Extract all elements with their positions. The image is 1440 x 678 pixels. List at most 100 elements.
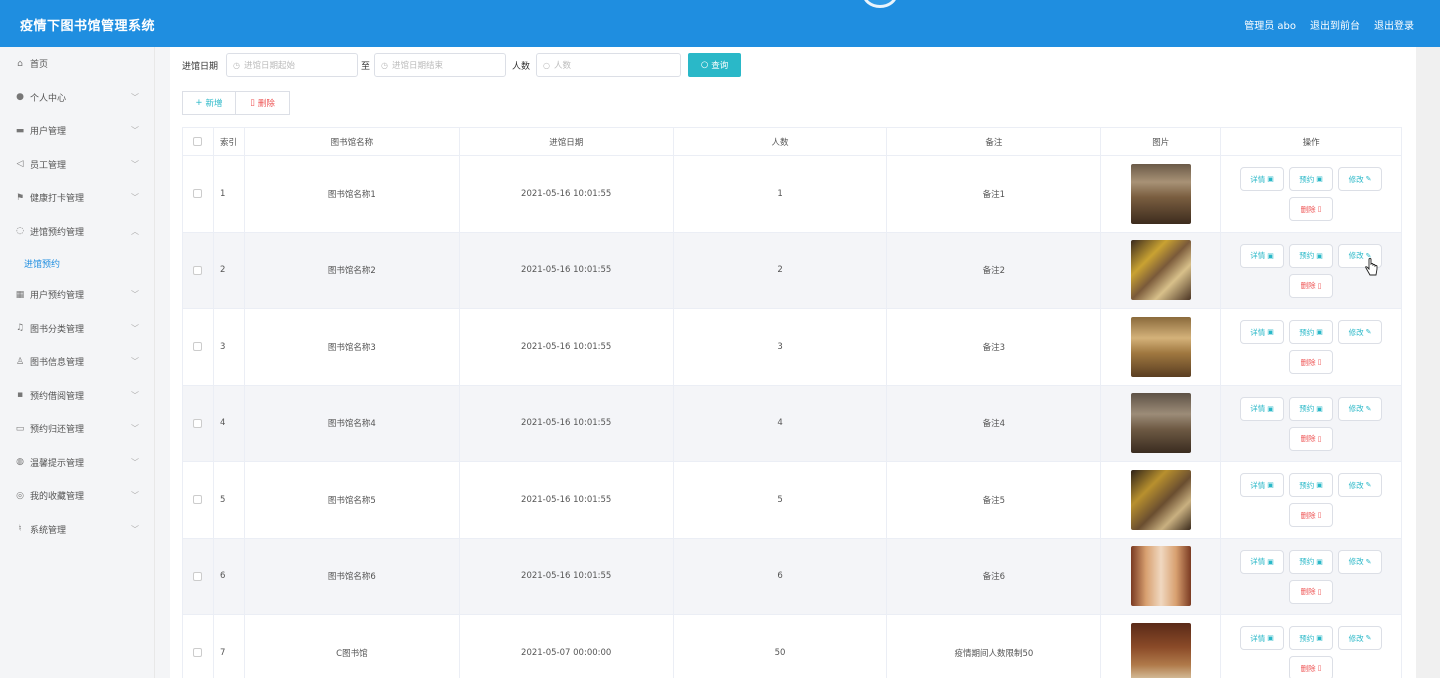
row-delete-button[interactable]: 删除 ▯ (1289, 579, 1334, 604)
reserve-button[interactable]: 预约 ▣ (1289, 396, 1334, 421)
row-delete-button[interactable]: 删除 ▯ (1289, 426, 1334, 451)
library-photo[interactable] (1130, 393, 1191, 454)
reserve-button[interactable]: 预约 ▣ (1289, 243, 1334, 268)
mic-icon: ♮ (18, 524, 22, 535)
row-entry-date: 2021-05-07 00:00:00 (460, 615, 674, 678)
header-name: 图书馆名称 (245, 128, 460, 155)
sidebar-item[interactable]: ⚑ 健康打卡管理 ﹀ (0, 181, 154, 215)
sidebar-item[interactable]: ▪ 预约借阅管理 ﹀ (0, 379, 154, 413)
sidebar-item[interactable]: ▦ 用户预约管理 ﹀ (0, 278, 154, 312)
row-checkbox[interactable] (193, 342, 203, 352)
header-image: 图片 (1101, 128, 1222, 155)
edit-button[interactable]: 修改 ✎ (1338, 549, 1383, 574)
document-icon: ▣ (1267, 328, 1274, 336)
row-delete-button[interactable]: 删除 ▯ (1289, 273, 1334, 298)
sidebar-item[interactable]: ♙ 图书信息管理 ﹀ (0, 345, 154, 379)
message-icon: ▭ (15, 423, 25, 434)
header-checkbox-cell (183, 128, 214, 155)
logout-link[interactable]: 退出登录 (1374, 17, 1414, 32)
end-date-input[interactable]: ◷ 进馆日期结束 (374, 53, 507, 77)
chevron-down-icon: ﹀ (131, 424, 139, 433)
trash-icon: ▯ (1317, 205, 1322, 213)
reserve-button[interactable]: 预约 ▣ (1289, 626, 1334, 650)
detail-button[interactable]: 详情 ▣ (1240, 626, 1285, 650)
delete-button[interactable]: ▯ 删除 (236, 91, 290, 115)
header-count: 人数 (674, 128, 888, 155)
library-photo[interactable] (1130, 622, 1191, 678)
sidebar-item[interactable]: ♮ 系统管理 ﹀ (0, 513, 154, 547)
row-entry-date: 2021-05-16 10:01:55 (460, 538, 674, 614)
library-photo[interactable] (1130, 546, 1191, 607)
library-photo[interactable] (1130, 240, 1191, 301)
row-count: 1 (674, 156, 888, 232)
sidebar-item[interactable]: ◎ 我的收藏管理 ﹀ (0, 479, 154, 513)
row-actions-line: 详情 ▣ 预约 ▣ 修改 ✎ (1240, 473, 1383, 497)
reserve-button[interactable]: 预约 ▣ (1289, 320, 1334, 344)
row-checkbox[interactable] (193, 495, 203, 505)
detail-label: 详情 (1250, 557, 1266, 566)
document-icon: ▣ (1267, 404, 1274, 413)
sidebar-item[interactable]: ▬ 用户管理 ﹀ (0, 114, 154, 148)
select-all-checkbox[interactable] (193, 137, 203, 146)
detail-button[interactable]: 详情 ▣ (1240, 396, 1285, 421)
reserve-button[interactable]: 预约 ▣ (1289, 167, 1334, 191)
row-checkbox[interactable] (193, 189, 203, 199)
chevron-down-icon: ﹀ (131, 491, 139, 500)
row-actions: 详情 ▣ 预约 ▣ 修改 ✎ 删除 ▯ (1221, 538, 1403, 614)
library-photo[interactable] (1130, 163, 1191, 224)
reserve-button[interactable]: 预约 ▣ (1289, 549, 1334, 574)
add-button[interactable]: + 新增 (182, 91, 236, 115)
detail-label: 详情 (1250, 404, 1266, 413)
sidebar-subitem-reservation[interactable]: 进馆预约 (0, 248, 154, 278)
compass-icon: ◎ (16, 490, 24, 501)
page-scrollbar[interactable] (1416, 47, 1440, 678)
row-image-cell (1101, 385, 1222, 461)
edit-button[interactable]: 修改 ✎ (1338, 396, 1383, 421)
sidebar-item[interactable]: ▭ 预约归还管理 ﹀ (0, 412, 154, 446)
row-note: 备注5 (887, 462, 1102, 538)
reserve-label: 预约 (1299, 633, 1315, 643)
sidebar-item[interactable]: ♫ 图书分类管理 ﹀ (0, 312, 154, 346)
row-delete-button[interactable]: 删除 ▯ (1289, 197, 1334, 221)
edit-button[interactable]: 修改 ✎ (1338, 167, 1383, 191)
detail-label: 详情 (1250, 251, 1266, 260)
reserve-button[interactable]: 预约 ▣ (1289, 473, 1334, 497)
row-actions-line: 详情 ▣ 预约 ▣ 修改 ✎ (1240, 320, 1383, 344)
sidebar-item[interactable]: ⌂ 首页 (0, 47, 154, 81)
detail-button[interactable]: 详情 ▣ (1240, 243, 1285, 268)
detail-button[interactable]: 详情 ▣ (1240, 320, 1285, 344)
detail-button[interactable]: 详情 ▣ (1240, 167, 1285, 191)
edit-button[interactable]: 修改 ✎ (1338, 320, 1383, 344)
row-checkbox[interactable] (193, 265, 203, 275)
sidebar-item[interactable]: ◍ 温馨提示管理 ﹀ (0, 446, 154, 480)
count-input[interactable]: ○ 人数 (536, 53, 682, 77)
row-checkbox[interactable] (193, 418, 203, 428)
row-delete-button[interactable]: 删除 ▯ (1289, 350, 1334, 374)
sidebar-item[interactable]: ● 个人中心 ﹀ (0, 81, 154, 115)
row-index: 1 (214, 156, 245, 232)
row-checkbox[interactable] (193, 648, 203, 658)
row-delete-button[interactable]: 删除 ▯ (1289, 656, 1334, 678)
row-delete-button[interactable]: 删除 ▯ (1289, 503, 1334, 527)
sidebar-item[interactable]: ◁ 员工管理 ﹀ (0, 148, 154, 182)
search-bar: 进馆日期 ◷ 进馆日期起始 至 ◷ 进馆日期结束 人数 ○ 人数 ○ 查询 (182, 53, 742, 77)
start-date-input[interactable]: ◷ 进馆日期起始 (226, 53, 359, 77)
row-entry-date: 2021-05-16 10:01:55 (460, 156, 674, 232)
pencil-icon: ✎ (1365, 175, 1372, 183)
library-photo[interactable] (1130, 469, 1191, 530)
users-icon: ▬ (15, 125, 25, 136)
query-button[interactable]: ○ 查询 (688, 53, 742, 77)
exit-front-link[interactable]: 退出到前台 (1310, 17, 1360, 32)
row-entry-date: 2021-05-16 10:01:55 (460, 309, 674, 385)
delete-label: 删除 (1300, 281, 1316, 290)
row-checkbox[interactable] (193, 571, 203, 581)
edit-button[interactable]: 修改 ✎ (1338, 473, 1383, 497)
reserve-label: 预约 (1299, 404, 1315, 413)
edit-button[interactable]: 修改 ✎ (1338, 626, 1383, 650)
library-photo[interactable] (1130, 316, 1191, 377)
pencil-icon: ✎ (1365, 481, 1372, 489)
detail-button[interactable]: 详情 ▣ (1240, 549, 1285, 574)
detail-button[interactable]: 详情 ▣ (1240, 473, 1285, 497)
hand-cursor-icon (1365, 258, 1378, 276)
sidebar-item[interactable]: ◌ 进馆预约管理 ︿ (0, 215, 154, 249)
